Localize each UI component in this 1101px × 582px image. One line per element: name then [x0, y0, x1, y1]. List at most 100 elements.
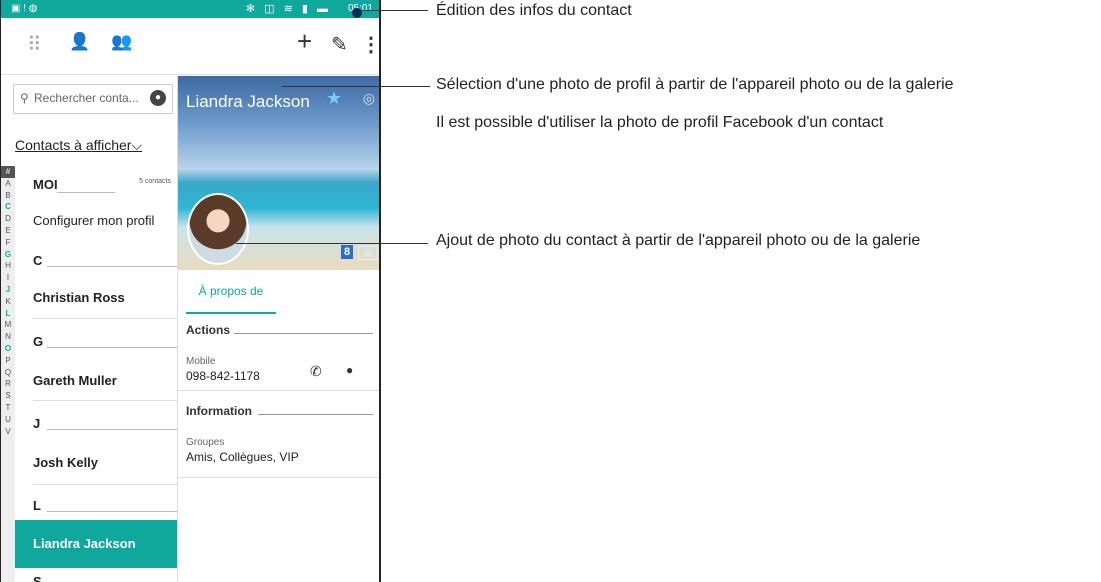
alphabet-letter[interactable]: P: [1, 355, 15, 367]
list-item-label: Configurer mon profil: [33, 213, 155, 228]
list-item-christian-ross[interactable]: Christian Ross: [15, 270, 177, 319]
alphabet-letter[interactable]: J: [1, 284, 15, 296]
groups-label: Groupes: [186, 437, 225, 448]
section-divider: [57, 192, 115, 193]
alphabet-letter[interactable]: Q: [1, 367, 15, 379]
filter-label: Contacts à afficher: [15, 137, 132, 153]
section-letter: S: [33, 574, 42, 582]
alphabet-letter[interactable]: V: [1, 426, 15, 438]
row-divider: [33, 400, 177, 401]
phone-type-label: Mobile: [186, 356, 216, 367]
section-letter: MOI: [33, 177, 58, 192]
section-header-g: G: [15, 332, 177, 352]
section-divider: [47, 347, 177, 348]
google-account-icon: 8: [341, 245, 353, 259]
alphabet-letter[interactable]: U: [1, 414, 15, 426]
section-header-l: L: [15, 496, 177, 516]
callout-cover-2: Il est possible d'utiliser la photo de p…: [436, 114, 884, 131]
contact-detail-panel: Liandra Jackson ★ ◎ 8 ▤ À propos de Acti…: [177, 76, 379, 582]
section-header-c: C: [15, 250, 177, 270]
alphabet-letter[interactable]: L: [1, 308, 15, 320]
groups-value: Amis, Collègues, VIP: [186, 450, 299, 464]
dialpad-icon[interactable]: ⠿: [27, 32, 42, 57]
alphabet-letter[interactable]: H: [1, 260, 15, 272]
alphabet-letter[interactable]: M: [1, 319, 15, 331]
list-item-setup-profile[interactable]: Configurer mon profil: [15, 196, 177, 236]
camera-icon[interactable]: ◎: [363, 90, 375, 107]
section-divider: [47, 511, 177, 512]
callout-edit: Édition des infos du contact: [436, 2, 632, 19]
status-bar: ▣ ! ◍ ✻ ◫ ≋ ▮ ▬ 05:01: [1, 0, 379, 18]
alphabet-letter[interactable]: D: [1, 213, 15, 225]
alphabet-letter[interactable]: G: [1, 249, 15, 261]
alphabet-letter[interactable]: S: [1, 390, 15, 402]
section-header-j: J: [15, 414, 177, 434]
more-options-icon[interactable]: ⋮: [361, 32, 379, 57]
list-item-gareth-muller[interactable]: Gareth Muller: [15, 352, 177, 401]
add-contact-icon[interactable]: +: [297, 26, 312, 57]
tab-indicator: [186, 312, 276, 314]
tab-about[interactable]: À propos de: [186, 284, 276, 298]
edit-icon[interactable]: ✎: [331, 32, 348, 57]
row-divider: [33, 318, 177, 319]
alphabet-letter[interactable]: T: [1, 402, 15, 414]
list-item-label: Liandra Jackson: [33, 536, 136, 551]
information-section-title: Information: [186, 404, 252, 418]
phone-screen: ▣ ! ◍ ✻ ◫ ≋ ▮ ▬ 05:01 ⠿ 👤 👥 + ✎ ⋮ ⚲ Rech…: [0, 0, 381, 582]
section-header-me: MOI 5 contacts: [15, 174, 177, 194]
avatar[interactable]: [187, 193, 249, 265]
section-divider: [234, 333, 373, 334]
status-right-icons: ✻ ◫ ≋ ▮ ▬: [245, 3, 331, 15]
row-divider: [178, 477, 379, 478]
list-item-label: Gareth Muller: [33, 373, 117, 388]
list-item-liandra-jackson[interactable]: Liandra Jackson: [15, 520, 177, 568]
alphabet-letter[interactable]: B: [1, 190, 15, 202]
top-toolbar: ⠿ 👤 👥 + ✎ ⋮: [1, 18, 379, 75]
contacts-tab-icon[interactable]: 👤: [69, 32, 90, 52]
alphabet-letter[interactable]: K: [1, 296, 15, 308]
list-item-josh-kelly[interactable]: Josh Kelly: [15, 434, 177, 485]
search-placeholder: Rechercher conta...: [34, 91, 139, 105]
alphabet-letter[interactable]: A: [1, 178, 15, 190]
contact-name: Liandra Jackson: [186, 92, 310, 111]
alphabet-letter[interactable]: #: [1, 166, 15, 178]
section-divider: [47, 429, 177, 430]
alphabet-letter[interactable]: C: [1, 201, 15, 213]
section-divider: [47, 266, 177, 267]
section-letter: C: [33, 253, 43, 268]
alphabet-letter[interactable]: F: [1, 237, 15, 249]
search-input[interactable]: ⚲ Rechercher conta... ●: [13, 84, 173, 114]
groups-tab-icon[interactable]: 👥: [111, 32, 132, 52]
alphabet-index[interactable]: # A B C D E F G H I J K L M N O P Q R S T U V: [1, 166, 15, 582]
callout-cover-1: Sélection d'une photo de profil à partir…: [436, 76, 954, 93]
contact-card-icon: ▤: [358, 246, 378, 260]
alphabet-letter[interactable]: O: [1, 343, 15, 355]
cover-photo[interactable]: Liandra Jackson ★ ◎ 8 ▤: [178, 76, 379, 270]
favorite-star-icon[interactable]: ★: [326, 88, 342, 109]
section-divider: [258, 414, 373, 415]
alphabet-letter[interactable]: R: [1, 378, 15, 390]
contacts-filter-dropdown[interactable]: Contacts à afficher⌵: [15, 137, 142, 154]
callout-line-cover: [282, 86, 430, 87]
phone-number[interactable]: 098-842-1178: [186, 369, 260, 383]
section-letter: L: [33, 498, 41, 513]
callout-avatar: Ajout de photo du contact à partir de l'…: [436, 232, 921, 249]
callout-line-edit: [362, 10, 428, 11]
list-item-label: Christian Ross: [33, 290, 125, 305]
alphabet-letter[interactable]: I: [1, 272, 15, 284]
section-letter: J: [33, 416, 41, 431]
call-icon[interactable]: ✆: [310, 363, 322, 380]
callout-line-avatar: [236, 243, 428, 244]
alphabet-letter[interactable]: N: [1, 331, 15, 343]
message-icon[interactable]: ●: [346, 363, 353, 377]
chevron-down-icon: ⌵: [131, 137, 143, 153]
list-item-label: Josh Kelly: [33, 455, 99, 470]
contacts-count: 5 contacts: [139, 178, 171, 185]
contact-list: MOI 5 contacts Configurer mon profil C C…: [15, 166, 177, 582]
actions-section-title: Actions: [186, 323, 231, 337]
alphabet-letter[interactable]: E: [1, 225, 15, 237]
section-letter: G: [33, 334, 44, 349]
mic-icon[interactable]: ●: [150, 90, 166, 106]
section-header-next: S: [15, 572, 177, 582]
row-divider: [178, 390, 379, 391]
